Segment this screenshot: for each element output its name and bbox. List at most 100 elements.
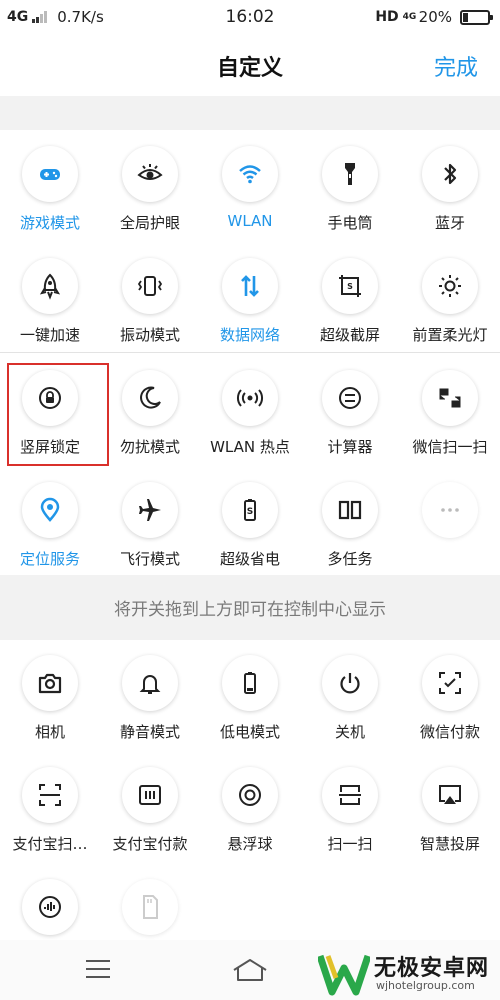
watermark-logo-icon xyxy=(316,954,372,996)
tile-wifi[interactable]: WLAN xyxy=(200,146,300,256)
tile-label: WLAN 热点 xyxy=(210,438,290,456)
rocket-icon xyxy=(39,273,61,300)
tile-button[interactable] xyxy=(322,146,378,202)
tile-button[interactable] xyxy=(422,767,478,823)
tile-button[interactable]: S xyxy=(222,482,278,538)
battery-percent: 20% xyxy=(418,8,452,26)
tile-alipay-pay[interactable]: 支付宝付款 xyxy=(100,767,200,877)
hd-indicator: HD xyxy=(375,9,399,25)
alipay-scan-icon xyxy=(39,784,61,806)
tile-label: 支付宝扫… xyxy=(12,835,88,853)
tile-button[interactable] xyxy=(422,655,478,711)
gamepad-icon xyxy=(40,169,60,180)
tile-button[interactable] xyxy=(122,370,178,426)
tile-label: 全局护眼 xyxy=(119,214,180,232)
camera-icon xyxy=(38,673,62,694)
tile-calculator[interactable]: 计算器 xyxy=(300,370,400,480)
tile-gamepad[interactable]: 游戏模式 xyxy=(0,146,100,256)
tile-button[interactable] xyxy=(322,767,378,823)
power-icon xyxy=(340,673,360,694)
tile-label: 微信付款 xyxy=(419,723,480,741)
tile-label: 悬浮球 xyxy=(227,835,273,853)
tile-button[interactable] xyxy=(422,146,478,202)
tile-label: 勿扰模式 xyxy=(119,438,180,456)
section-spacer xyxy=(0,96,500,130)
tile-scan[interactable]: 扫一扫 xyxy=(300,767,400,877)
tile-button[interactable] xyxy=(122,767,178,823)
tile-button[interactable] xyxy=(222,146,278,202)
scan-icon xyxy=(339,785,361,805)
tile-label: 游戏模式 xyxy=(19,214,80,232)
tile-wechat-scan[interactable]: 微信扫一扫 xyxy=(400,370,500,480)
tile-alipay-scan[interactable]: 支付宝扫… xyxy=(0,767,100,877)
title-bar: 自定义 完成 xyxy=(0,36,500,96)
tile-label: 计算器 xyxy=(327,438,373,456)
low-battery-icon xyxy=(244,672,256,694)
done-button[interactable]: 完成 xyxy=(434,50,478,82)
menu-icon[interactable] xyxy=(86,960,110,978)
tile-button[interactable] xyxy=(322,482,378,538)
tile-button[interactable] xyxy=(22,146,78,202)
tile-label: 蓝牙 xyxy=(434,214,465,232)
svg-text:S: S xyxy=(247,507,253,517)
status-bar: 4G 0.7K/s 16:02 HD 4G 20% xyxy=(0,0,500,36)
tile-label: 微信扫一扫 xyxy=(412,438,488,456)
tile-bluetooth[interactable]: 蓝牙 xyxy=(400,146,500,256)
tile-button[interactable]: S xyxy=(322,258,378,314)
tile-button[interactable] xyxy=(22,879,78,935)
tile-label: 超级截屏 xyxy=(319,326,380,344)
tile-hotspot[interactable]: WLAN 热点 xyxy=(200,370,300,480)
wechat-pay-icon xyxy=(439,672,461,694)
watermark-url: wjhotelgroup.com xyxy=(376,979,475,992)
battery-icon xyxy=(460,9,493,25)
tile-button[interactable] xyxy=(322,370,378,426)
network-type-right: 4G xyxy=(402,12,417,22)
tile-label: 手电筒 xyxy=(327,214,373,232)
tile-float-ball[interactable]: 悬浮球 xyxy=(200,767,300,877)
screen-cast-icon xyxy=(439,785,461,804)
tile-low-battery[interactable]: 低电模式 xyxy=(200,655,300,765)
tile-button[interactable] xyxy=(122,258,178,314)
location-icon xyxy=(40,497,60,522)
wifi-icon xyxy=(239,165,261,184)
tile-button[interactable] xyxy=(22,482,78,538)
hotspot-icon xyxy=(237,389,263,407)
tile-label: 扫一扫 xyxy=(327,835,373,853)
eye-icon xyxy=(137,164,163,180)
tile-button[interactable] xyxy=(22,767,78,823)
tile-bell[interactable]: 静音模式 xyxy=(100,655,200,765)
vibrate-icon xyxy=(137,276,163,296)
tile-wechat-pay[interactable]: 微信付款 xyxy=(400,655,500,765)
tile-button[interactable] xyxy=(222,767,278,823)
status-right: HD 4G 20% xyxy=(375,8,493,26)
wechat-scan-icon xyxy=(439,388,461,408)
sd-card-icon xyxy=(143,895,158,919)
tile-flashlight[interactable]: 手电筒 xyxy=(300,146,400,256)
tile-power[interactable]: 关机 xyxy=(300,655,400,765)
tile-label: 低电模式 xyxy=(219,723,280,741)
tile-button[interactable] xyxy=(322,655,378,711)
tile-eye[interactable]: 全局护眼 xyxy=(100,146,200,256)
hint-band: 将开关拖到上方即可在控制中心显示 xyxy=(0,575,500,640)
voice-icon xyxy=(39,896,61,918)
multitask-icon xyxy=(338,500,362,520)
tile-button[interactable] xyxy=(22,258,78,314)
tile-button[interactable] xyxy=(422,482,478,538)
tile-button[interactable] xyxy=(122,879,178,935)
tile-button[interactable] xyxy=(122,482,178,538)
bluetooth-icon xyxy=(444,163,457,185)
tile-button[interactable] xyxy=(222,370,278,426)
tile-screen-cast[interactable]: 智慧投屏 xyxy=(400,767,500,877)
tile-button[interactable] xyxy=(222,258,278,314)
tile-button[interactable] xyxy=(122,655,178,711)
tile-label: 关机 xyxy=(334,723,365,741)
tile-button[interactable] xyxy=(22,655,78,711)
tile-button[interactable] xyxy=(422,258,478,314)
tile-label: 振动模式 xyxy=(119,326,180,344)
tile-button[interactable] xyxy=(122,146,178,202)
tile-button[interactable] xyxy=(422,370,478,426)
tile-camera[interactable]: 相机 xyxy=(0,655,100,765)
tile-moon[interactable]: 勿扰模式 xyxy=(100,370,200,480)
home-icon[interactable] xyxy=(232,958,268,986)
tile-button[interactable] xyxy=(222,655,278,711)
